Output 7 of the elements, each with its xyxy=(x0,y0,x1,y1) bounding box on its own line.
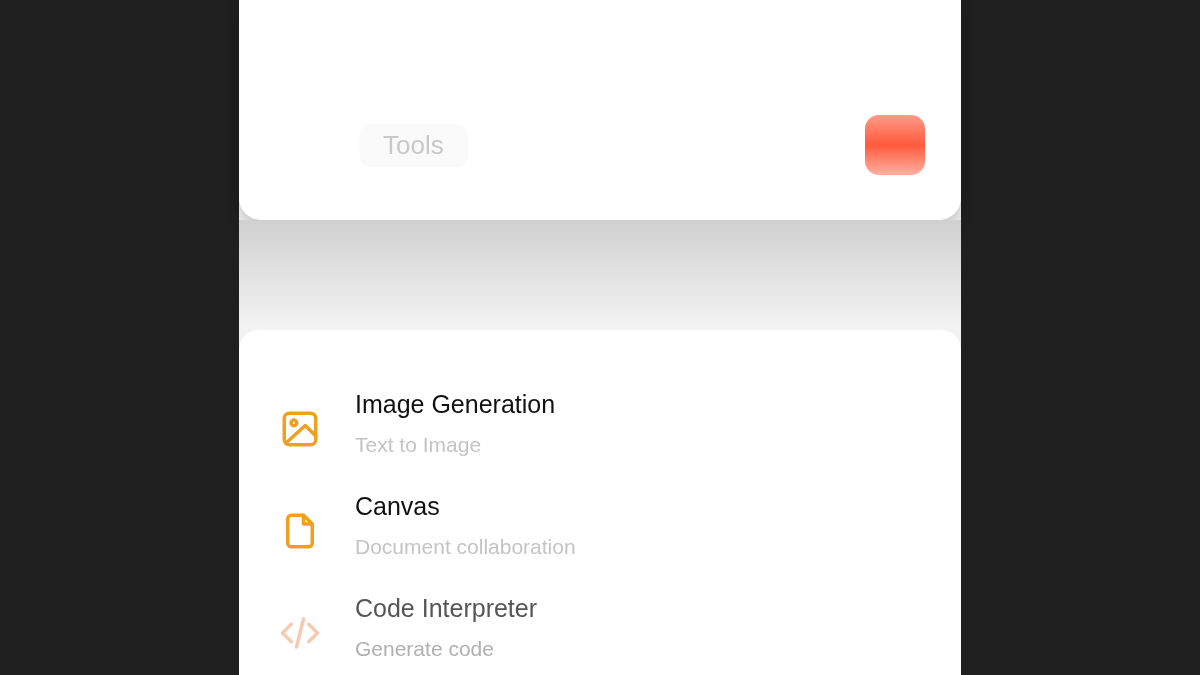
tool-subtitle: Document collaboration xyxy=(355,535,576,559)
tool-title[interactable]: Image Generation xyxy=(355,390,556,419)
send-button[interactable] xyxy=(865,115,925,175)
tool-subtitle: Generate code xyxy=(355,637,494,661)
tool-subtitle: Text to Image xyxy=(355,433,482,457)
tool-title[interactable]: Canvas xyxy=(355,492,440,521)
tool-title[interactable]: Code Interpreter xyxy=(355,594,538,623)
